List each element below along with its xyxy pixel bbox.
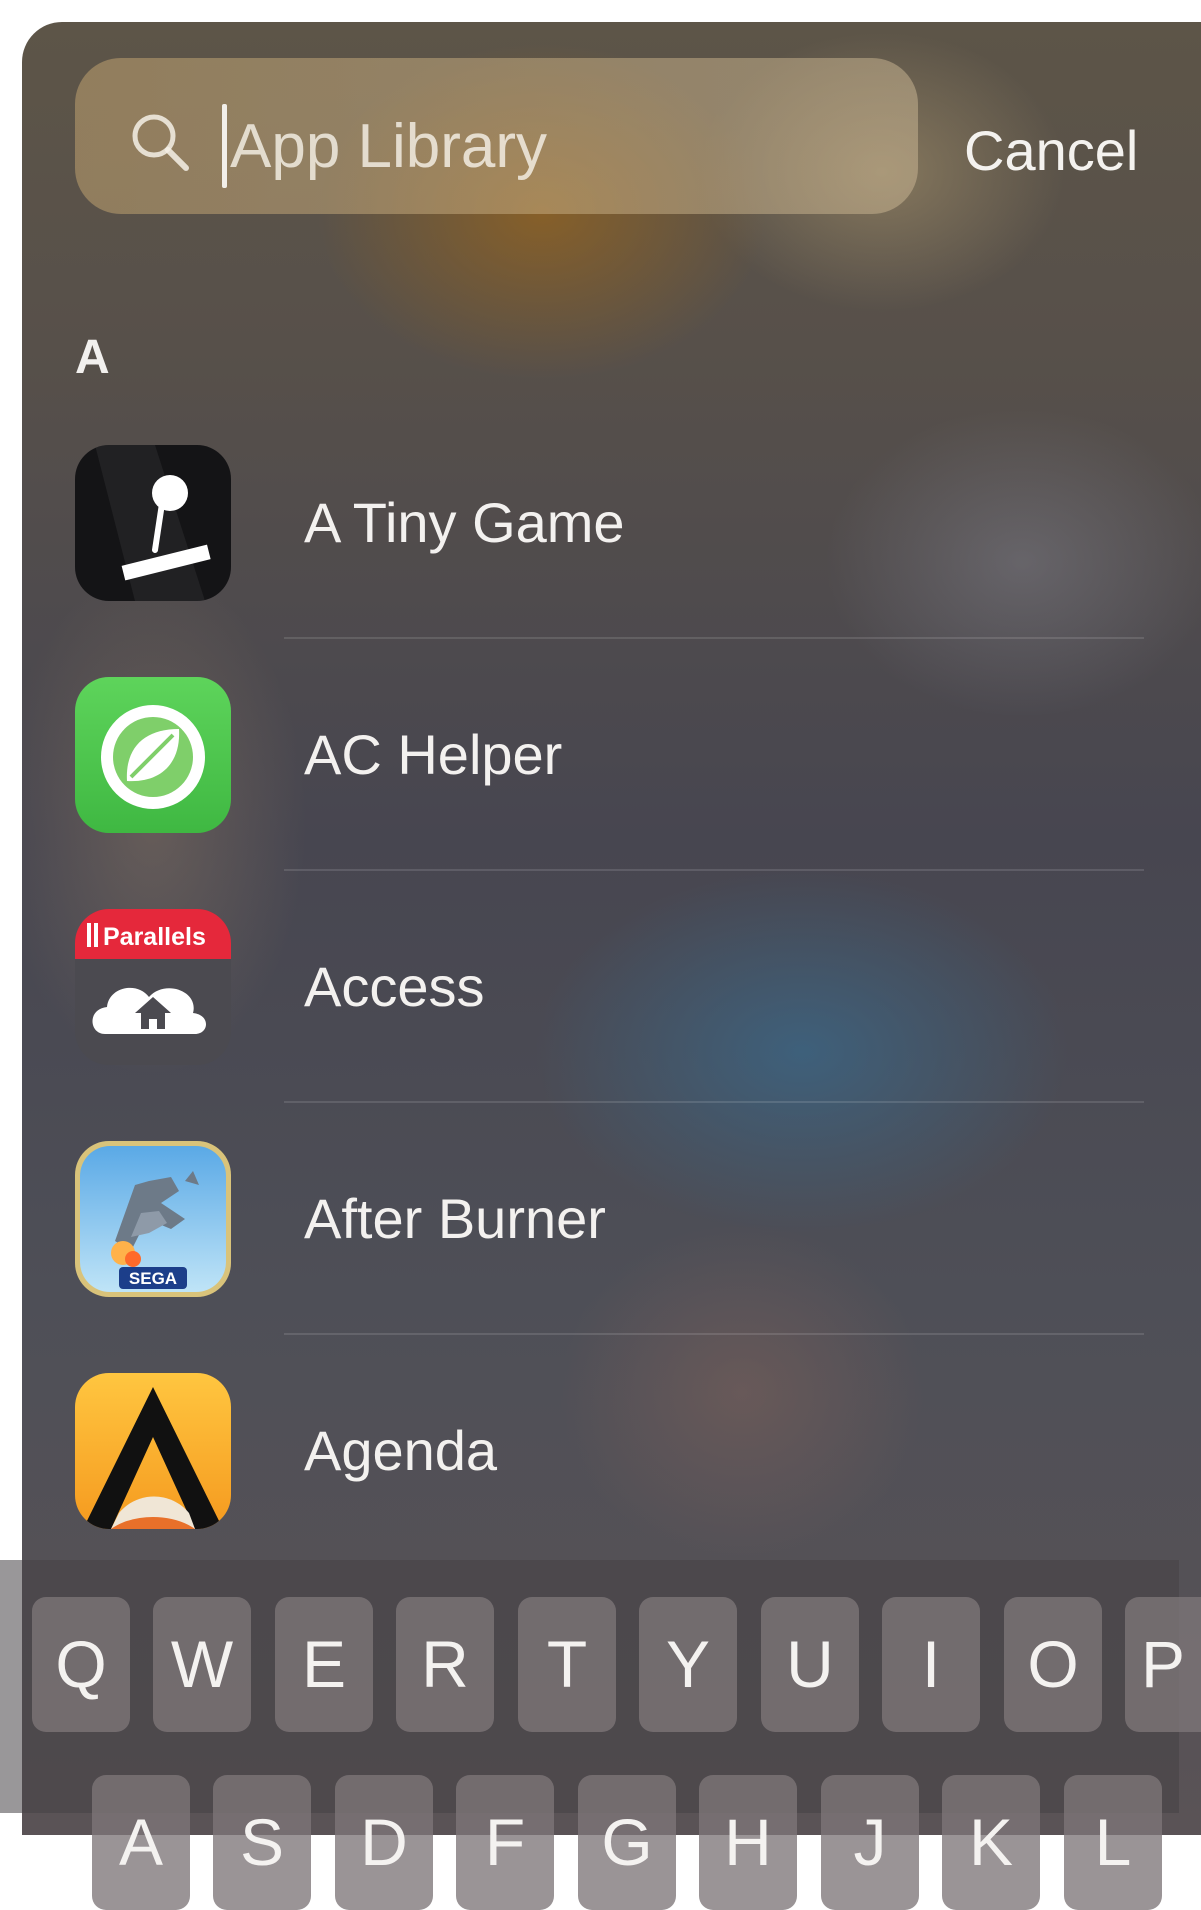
jet-fighter-icon: SEGA [75,1141,231,1297]
search-input[interactable]: App Library [230,108,547,186]
app-name: Agenda [304,1419,498,1482]
row-divider [284,637,1144,639]
row-divider [284,869,1144,871]
key-k[interactable]: K [942,1775,1040,1910]
text-cursor [222,104,227,188]
key-a[interactable]: A [92,1775,190,1910]
key-d[interactable]: D [335,1775,433,1910]
key-r[interactable]: R [396,1597,494,1732]
parallels-access-icon: Parallels [75,909,231,1065]
key-l[interactable]: L [1064,1775,1162,1910]
list-item-a-tiny-game[interactable]: A Tiny Game [75,445,1155,605]
app-name: After Burner [304,1187,606,1250]
row-divider [284,1101,1144,1103]
sega-badge-text: SEGA [129,1269,177,1288]
key-p[interactable]: P [1125,1597,1201,1732]
parallels-banner-text: Parallels [103,923,206,951]
key-q[interactable]: Q [32,1597,130,1732]
leaf-icon [75,677,231,833]
key-h[interactable]: H [699,1775,797,1910]
search-icon [132,114,189,171]
key-j[interactable]: J [821,1775,919,1910]
agenda-a-icon [75,1373,231,1529]
key-e[interactable]: E [275,1597,373,1732]
tiny-game-icon [75,445,231,601]
app-name: AC Helper [304,723,563,786]
list-item-agenda[interactable]: Agenda [75,1373,1155,1533]
app-name: Access [304,955,485,1018]
list-item-access[interactable]: Parallels Access [75,909,1155,1069]
list-item-ac-helper[interactable]: AC Helper [75,677,1155,837]
cancel-button[interactable]: Cancel [964,112,1138,190]
key-y[interactable]: Y [639,1597,737,1732]
key-f[interactable]: F [456,1775,554,1910]
key-t[interactable]: T [518,1597,616,1732]
section-header: A [75,331,110,384]
key-w[interactable]: W [153,1597,251,1732]
app-name: A Tiny Game [304,491,625,554]
key-u[interactable]: U [761,1597,859,1732]
key-s[interactable]: S [213,1775,311,1910]
key-o[interactable]: O [1004,1597,1102,1732]
row-divider [284,1333,1144,1335]
key-i[interactable]: I [882,1597,980,1732]
list-item-after-burner[interactable]: SEGA After Burner [75,1141,1155,1301]
key-g[interactable]: G [578,1775,676,1910]
